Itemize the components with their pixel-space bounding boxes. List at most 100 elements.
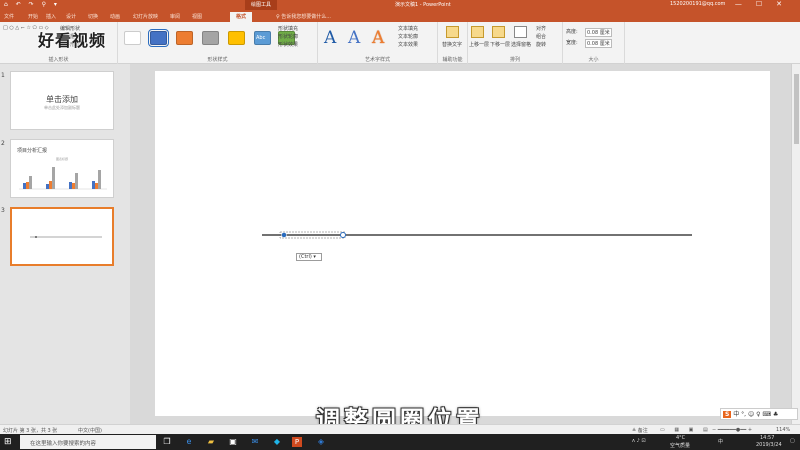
style-swatch-1[interactable] bbox=[124, 31, 141, 45]
shape-outline-button[interactable]: 形状轮廓 bbox=[278, 33, 298, 40]
send-backward-icon[interactable] bbox=[492, 26, 505, 38]
tab-file[interactable]: 文件 bbox=[4, 13, 14, 20]
wordart-style-2[interactable]: A bbox=[348, 28, 360, 48]
edge-icon[interactable]: e bbox=[184, 437, 194, 447]
group-label-shape-styles: 形状样式 bbox=[207, 57, 228, 63]
text-effects-button[interactable]: 文本效果 bbox=[398, 41, 418, 48]
slide-thumbnail-3[interactable] bbox=[10, 207, 114, 266]
app-icon-2[interactable]: ◈ bbox=[316, 437, 326, 447]
app-icon[interactable]: ◆ bbox=[272, 437, 282, 447]
windows-taskbar: ⊞ 在这里输入你要搜索的内容 ❐ e ▰ ▣ ✉ ◆ P ◈ ʌ ♪ ⊡ 4°C… bbox=[0, 434, 800, 450]
group-button[interactable]: 组合 bbox=[536, 33, 546, 40]
group-size: 高度: 0.08 厘米 宽度: 0.08 厘米 大小 bbox=[563, 22, 625, 64]
slide-thumbnail-pane: 1 单击添加 单击此处添加副标题 2 项目分析汇报 图表标题 3 bbox=[0, 64, 130, 424]
windows-start-icon[interactable]: ⊞ bbox=[4, 438, 12, 447]
circle-copy-shape[interactable] bbox=[340, 232, 346, 238]
tab-insert[interactable]: 插入 bbox=[46, 13, 56, 20]
selection-pane-button[interactable]: 选择窗格 bbox=[511, 41, 531, 48]
tab-design[interactable]: 设计 bbox=[66, 13, 76, 20]
window-controls[interactable]: —☐✕ bbox=[735, 0, 796, 8]
weather-text: 空气质量 bbox=[670, 443, 691, 449]
quick-access-toolbar[interactable]: ⌂ ↶ ↷ ⚲ ▾ bbox=[4, 1, 60, 8]
ime-toolbar[interactable]: S 中 °, ☺ ♀ ⌨ ♣ bbox=[720, 408, 798, 420]
vertical-scrollbar[interactable] bbox=[791, 64, 800, 424]
view-buttons[interactable]: ▭ ▦ ▣ ▤ bbox=[660, 427, 712, 433]
style-swatch-5[interactable] bbox=[228, 31, 245, 45]
bring-forward-button[interactable]: 上移一层 bbox=[469, 41, 489, 48]
slide-thumbnail-2[interactable]: 项目分析汇报 图表标题 bbox=[10, 139, 114, 198]
thumb-number-2: 2 bbox=[1, 140, 5, 147]
alt-text-icon[interactable] bbox=[446, 26, 459, 38]
thumb-number-3: 3 bbox=[1, 207, 5, 214]
text-outline-button[interactable]: 文本轮廓 bbox=[398, 33, 418, 40]
tab-format[interactable]: 格式 bbox=[230, 12, 253, 22]
bring-forward-icon[interactable] bbox=[471, 26, 484, 38]
tab-review[interactable]: 审阅 bbox=[170, 13, 180, 20]
mail-icon[interactable]: ✉ bbox=[250, 437, 260, 447]
sogou-logo-icon: S bbox=[723, 411, 732, 418]
file-explorer-icon[interactable]: ▰ bbox=[206, 437, 216, 447]
tab-slideshow[interactable]: 幻灯片放映 bbox=[133, 13, 158, 20]
selection-pane-icon[interactable] bbox=[514, 26, 527, 38]
store-icon[interactable]: ▣ bbox=[228, 437, 238, 447]
slide-shapes bbox=[262, 231, 692, 239]
slide-canvas[interactable]: (Ctrl) ▾ bbox=[155, 71, 770, 416]
alt-text-button[interactable]: 替换文字 bbox=[442, 41, 462, 48]
slide-thumbnail-1[interactable]: 单击添加 单击此处添加副标题 bbox=[10, 71, 114, 130]
wordart-style-1[interactable]: A bbox=[324, 28, 336, 48]
powerpoint-window: ⌂ ↶ ↷ ⚲ ▾ 绘图工具 演示文稿1 - PowerPoint 152020… bbox=[0, 0, 800, 450]
taskbar-search-input[interactable]: 在这里输入你要搜索的内容 bbox=[20, 435, 156, 449]
tray-icons[interactable]: ʌ ♪ ⊡ bbox=[632, 438, 646, 444]
thumb-2-chart bbox=[19, 167, 107, 190]
tab-transitions[interactable]: 切换 bbox=[88, 13, 98, 20]
shape-effects-button[interactable]: 形状效果 bbox=[278, 41, 298, 48]
ribbon: □ ○ △ ⌐ ☆ ⬠ ▭ ◇ 编辑形状 文本框 合并形状 插入形状 Abc 形… bbox=[0, 22, 800, 64]
zoom-level[interactable]: 114% bbox=[776, 427, 790, 433]
group-accessibility: 替换文字 辅助功能 bbox=[438, 22, 468, 64]
circle-shape[interactable] bbox=[281, 232, 287, 238]
height-input[interactable]: 0.08 厘米 bbox=[585, 28, 612, 37]
send-backward-button[interactable]: 下移一层 bbox=[490, 41, 510, 48]
clock-time[interactable]: 14:57 bbox=[760, 435, 774, 441]
status-bar: 幻灯片 第 3 张，共 3 张 中文(中国) ≜ 备注 ▭ ▦ ▣ ▤ − ━━… bbox=[0, 424, 800, 434]
clock-date[interactable]: 2019/3/24 bbox=[756, 442, 782, 448]
thumb-1-subtitle: 单击此处添加副标题 bbox=[44, 105, 80, 110]
group-label-size: 大小 bbox=[588, 57, 599, 63]
tab-animations[interactable]: 动画 bbox=[110, 13, 120, 20]
align-button[interactable]: 对齐 bbox=[536, 25, 546, 32]
tab-home[interactable]: 开始 bbox=[28, 13, 38, 20]
ime-tools[interactable]: 中 °, ☺ ♀ ⌨ ♣ bbox=[733, 411, 778, 418]
powerpoint-taskbar-icon[interactable]: P bbox=[292, 437, 302, 447]
thumb-number-1: 1 bbox=[1, 72, 5, 79]
slide-counter: 幻灯片 第 3 张，共 3 张 bbox=[3, 428, 58, 434]
tray-lang[interactable]: 中 bbox=[718, 438, 723, 445]
notes-button[interactable]: ≜ 备注 bbox=[632, 427, 648, 434]
width-label: 宽度: bbox=[566, 40, 578, 46]
group-wordart-styles: A A A 文本填充 文本轮廓 文本效果 艺术字样式 bbox=[318, 22, 438, 64]
text-fill-button[interactable]: 文本填充 bbox=[398, 25, 418, 32]
style-swatch-3[interactable] bbox=[176, 31, 193, 45]
height-label: 高度: bbox=[566, 29, 578, 35]
ribbon-tabs: 文件 开始 插入 设计 切换 动画 幻灯片放映 审阅 视图 格式 ♀ 告诉我您想… bbox=[0, 10, 800, 22]
rotate-button[interactable]: 旋转 bbox=[536, 41, 546, 48]
title-bar: ⌂ ↶ ↷ ⚲ ▾ 绘图工具 演示文稿1 - PowerPoint 152020… bbox=[0, 0, 800, 10]
group-label-insert-shapes: 插入形状 bbox=[48, 57, 69, 63]
watermark-logo: 好看视频 bbox=[38, 31, 107, 50]
notification-icon[interactable]: ▢ bbox=[790, 438, 795, 444]
task-view-icon[interactable]: ❐ bbox=[162, 437, 172, 447]
paste-options-tag[interactable]: (Ctrl) ▾ bbox=[296, 253, 322, 261]
style-swatch-2[interactable] bbox=[148, 29, 169, 47]
scrollbar-thumb[interactable] bbox=[794, 74, 799, 144]
tab-view[interactable]: 视图 bbox=[192, 13, 202, 20]
shape-fill-button[interactable]: 形状填充 bbox=[278, 25, 298, 32]
account-name[interactable]: 1520200191@qq.com bbox=[670, 1, 725, 7]
width-input[interactable]: 0.08 厘米 bbox=[585, 39, 612, 48]
slide-editor: (Ctrl) ▾ bbox=[130, 64, 800, 424]
group-shape-styles: Abc 形状填充 形状轮廓 形状效果 形状样式 bbox=[118, 22, 318, 64]
group-label-arrange: 排列 bbox=[509, 57, 520, 63]
tell-me-box[interactable]: ♀ 告诉我您想要做什么... bbox=[276, 13, 331, 20]
zoom-slider[interactable]: − ━━━━━━●━━ + bbox=[712, 427, 752, 433]
wordart-style-3[interactable]: A bbox=[372, 28, 384, 48]
style-swatch-4[interactable] bbox=[202, 31, 219, 45]
language-indicator[interactable]: 中文(中国) bbox=[78, 427, 102, 434]
